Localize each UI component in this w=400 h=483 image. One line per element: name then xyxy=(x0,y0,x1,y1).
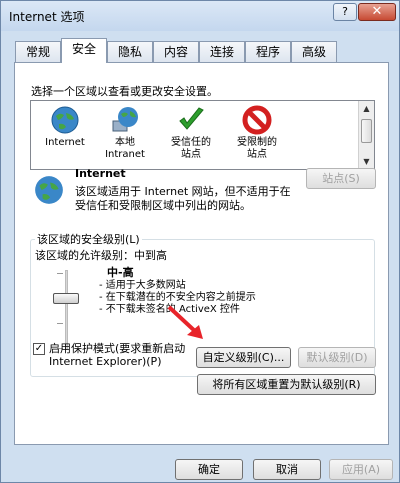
allowed-levels-label: 该区域的允许级别：中到高 xyxy=(35,249,167,262)
scrollbar-thumb[interactable] xyxy=(361,119,372,143)
security-level-group-label: 该区域的安全级别(L) xyxy=(35,231,142,247)
scroll-up-icon[interactable]: ▲ xyxy=(359,101,374,116)
cancel-button[interactable]: 取消 xyxy=(253,459,321,480)
security-level-slider-thumb[interactable] xyxy=(53,293,79,304)
security-level-name: 中-高 xyxy=(107,266,134,279)
level-bullet: - 适用于大多数网站 xyxy=(99,280,186,291)
zone-label-line2: 站点 xyxy=(181,149,201,160)
default-level-button[interactable]: 默认级别(D) xyxy=(298,347,376,368)
tab-advanced[interactable]: 高级 xyxy=(291,41,337,62)
zone-prompt: 选择一个区域以查看或更改安全设置。 xyxy=(31,85,218,98)
zone-label-line2: 站点 xyxy=(247,149,267,160)
internet-options-window: Internet 选项 ? ✕ 常规 安全 隐私 内容 连接 程序 高级 选择一… xyxy=(0,0,400,483)
intranet-globe-icon xyxy=(112,107,138,132)
globe-icon xyxy=(51,106,79,134)
tab-content[interactable]: 内容 xyxy=(153,41,199,62)
title-bar: Internet 选项 ? ✕ xyxy=(1,1,399,31)
scroll-down-icon[interactable]: ▼ xyxy=(359,154,374,169)
tab-security[interactable]: 安全 xyxy=(61,38,107,63)
zone-local-intranet[interactable]: 本地 Intranet xyxy=(93,105,157,161)
zone-label: 本地 xyxy=(115,137,135,148)
tab-programs[interactable]: 程序 xyxy=(245,41,291,62)
apply-button[interactable]: 应用(A) xyxy=(329,459,393,480)
protected-mode-label-line2: Internet Explorer)(P) xyxy=(49,355,162,368)
tab-general[interactable]: 常规 xyxy=(15,41,61,62)
security-level-slider-track xyxy=(65,270,68,350)
help-button[interactable]: ? xyxy=(333,3,357,21)
red-arrow-annotation xyxy=(167,305,203,339)
zone-label: 受信任的 xyxy=(171,137,211,148)
zone-restricted-sites[interactable]: 受限制的 站点 xyxy=(225,105,289,161)
checkmark-icon xyxy=(179,107,204,130)
protected-mode-label-line1: 启用保护模式(要求重新启动 xyxy=(49,342,186,355)
close-button[interactable]: ✕ xyxy=(358,3,396,21)
zone-label: 受限制的 xyxy=(237,137,277,148)
zone-label: Internet xyxy=(45,137,85,148)
selected-zone-description: 该区域适用于 Internet 网站，但不适用于在受信任和受限制区域中列出的网站… xyxy=(75,185,291,212)
protected-mode-label[interactable]: 启用保护模式(要求重新启动 Internet Explorer)(P) xyxy=(49,342,185,368)
tab-privacy[interactable]: 隐私 xyxy=(107,41,153,62)
security-tab-panel: 选择一个区域以查看或更改安全设置。 Internet 本地 Intranet 受… xyxy=(14,62,389,445)
selected-zone-name: Internet xyxy=(75,167,126,180)
zone-trusted-sites[interactable]: 受信任的 站点 xyxy=(159,105,223,161)
ok-button[interactable]: 确定 xyxy=(175,459,243,480)
tab-connections[interactable]: 连接 xyxy=(199,41,245,62)
globe-icon xyxy=(35,176,63,204)
zone-list: Internet 本地 Intranet 受信任的 站点 受限制的 站点 ▲ ▼ xyxy=(30,100,375,170)
window-title: Internet 选项 xyxy=(9,10,85,24)
restricted-icon xyxy=(242,105,272,135)
checkmark-icon: ✓ xyxy=(34,343,44,354)
zone-list-scrollbar[interactable]: ▲ ▼ xyxy=(358,101,374,169)
protected-mode-checkbox[interactable]: ✓ xyxy=(33,343,45,355)
sites-button[interactable]: 站点(S) xyxy=(306,168,376,189)
reset-all-zones-button[interactable]: 将所有区域重置为默认级别(R) xyxy=(197,374,376,395)
slider-tick xyxy=(57,273,63,274)
slider-tick xyxy=(57,323,63,324)
zone-internet[interactable]: Internet xyxy=(33,105,97,149)
zone-label-line2: Intranet xyxy=(105,149,145,160)
custom-level-button[interactable]: 自定义级别(C)... xyxy=(196,347,291,368)
